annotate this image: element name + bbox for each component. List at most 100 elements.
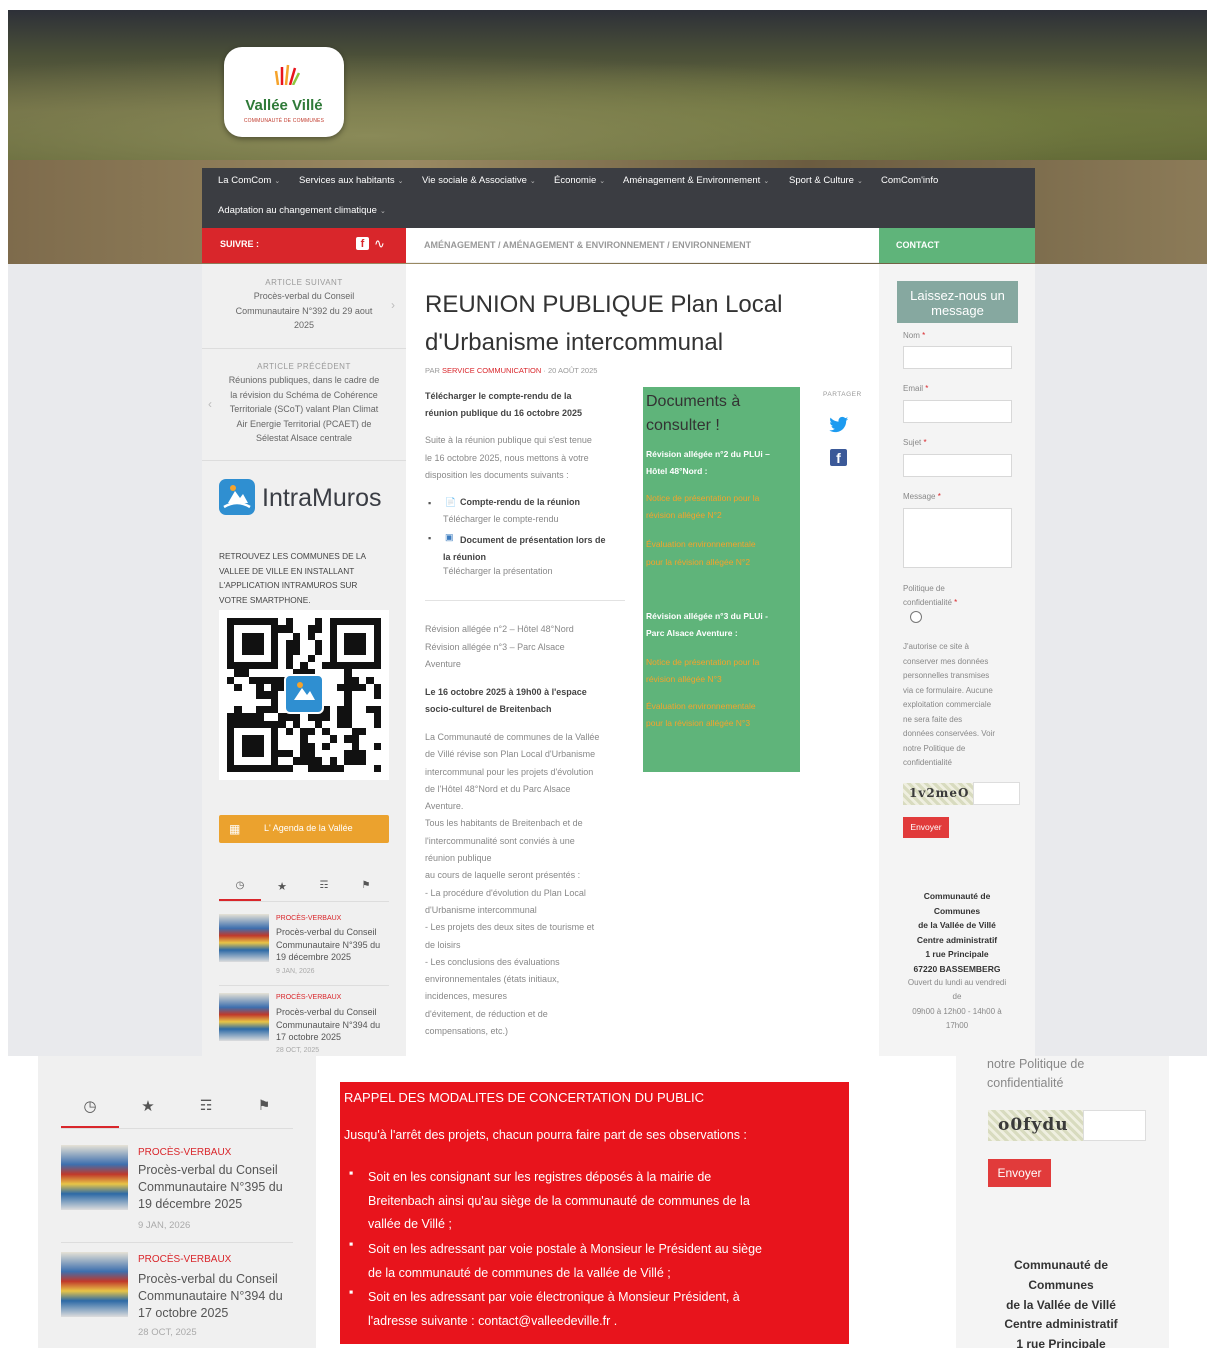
post-date: 9 JAN, 2026 [276,968,315,975]
rappel-item-1: Soit en les consignant sur les registres… [368,1170,750,1231]
bullet: ▪ [428,533,432,543]
widget-tabs-zoomed: ◷ ★ ☶ ⚑ [61,1097,293,1129]
facebook-share-icon[interactable]: f [830,449,847,466]
post-thumbnail[interactable] [219,914,269,962]
chevron-down-icon: ⌄ [379,208,386,215]
twitter-icon[interactable] [829,416,849,434]
prev-article-link[interactable]: Réunions publiques, dans le cadre de la r… [218,373,390,446]
nav-item-economie[interactable]: Économie ⌄ [554,175,605,186]
intramuros-logo-icon [219,479,255,515]
file-icon: 📄 [445,497,457,507]
consent-radio[interactable] [910,611,922,623]
breadcrumb-text[interactable]: AMÉNAGEMENT / AMÉNAGEMENT & ENVIRONNEMEN… [424,240,751,250]
follow-label: SUIVRE : [220,239,260,249]
captcha-input[interactable] [973,782,1020,805]
documents-title: Documents à consulter ! [646,393,741,434]
chevron-down-icon: ⌄ [529,178,536,185]
post-category[interactable]: PROCÈS-VERBAUX [138,1254,231,1265]
message-textarea[interactable] [903,508,1012,568]
post-title[interactable]: Procès-verbal du Conseil Communautaire N°… [138,1271,283,1322]
send-button-zoomed[interactable]: Envoyer [988,1159,1051,1187]
chevron-right-icon[interactable]: › [391,298,395,312]
intramuros-title: IntraMuros [262,484,382,512]
rss-icon[interactable]: ∿ [374,236,385,252]
post-category[interactable]: PROCÈS-VERBAUX [138,1147,231,1158]
comments-icon[interactable]: ☶ [177,1097,235,1128]
opening-hours: Ouvert du lundi au vendredi de 09h00 à 12h… [907,978,1007,1030]
clock-icon[interactable]: ◷ [61,1097,119,1128]
agenda-label: L' Agenda de la Vallée [264,823,353,833]
logo-subtitle: COMMUNAUTÉ DE COMMUNES [243,118,325,124]
divider [202,460,406,461]
intro-paragraph: Suite à la réunion publique qui s'est te… [425,435,592,480]
star-icon[interactable]: ★ [119,1097,177,1128]
captcha-input-zoomed[interactable] [1083,1110,1146,1141]
politique-label: Politique de confidentialité * [903,584,958,607]
rappel-item-2: Soit en les adressant par voie postale à… [368,1242,762,1280]
evaluation-rev3-link[interactable]: Évaluation environnementale pour la révis… [646,698,756,732]
site-logo[interactable]: Vallée Villé COMMUNAUTÉ DE COMMUNES [224,47,344,137]
contact-label: CONTACT [896,240,940,250]
chevron-down-icon: ⌄ [397,178,404,185]
nav-item-sport[interactable]: Sport & Culture ⌄ [789,175,863,186]
nav-item-comcominfo[interactable]: ComCom'info [881,175,938,186]
nom-field[interactable] [903,346,1012,369]
author-link[interactable]: SERVICE COMMUNICATION [442,366,541,375]
download-intro: Télécharger le compte-rendu de la réunion… [425,391,583,418]
sujet-label: Sujet * [903,438,927,447]
address-block: Communauté de Communes de la Vallée de Vil… [913,891,1001,974]
post-title[interactable]: Procès-verbal du Conseil Communautaire N°… [138,1162,283,1213]
post-title[interactable]: Procès-verbal du Conseil Communautaire N°… [276,1006,380,1044]
post-thumbnail[interactable] [61,1252,128,1317]
chevron-left-icon[interactable]: ‹ [208,397,212,411]
evaluation-rev2-link[interactable]: Évaluation environnementale pour la révis… [646,535,756,571]
clock-icon[interactable]: ◷ [219,880,261,901]
message-label: Message * [903,492,941,501]
post-thumbnail[interactable] [219,993,269,1041]
intramuros-promo: RETROUVEZ LES COMMUNES DE LA VALLEE DE VI… [219,551,367,605]
rappel-item-3: Soit en les adressant par voie électroni… [368,1290,740,1328]
divider [202,348,406,349]
send-button[interactable]: Envoyer [903,817,949,838]
download-compte-rendu-link[interactable]: Télécharger le compte-rendu [443,514,559,524]
address-block-zoomed: Communauté de Communes de la Vallée de Vil… [1004,1258,1118,1348]
notice-rev3-link[interactable]: Notice de présentation pour la révision a… [646,654,759,688]
notice-rev2-link[interactable]: Notice de présentation pour la révision a… [646,490,759,524]
post-date: 9 JAN, 2026 [138,1220,191,1231]
follow-bar: SUIVRE : f ∿ [202,228,406,263]
post-title[interactable]: Procès-verbal du Conseil Communautaire N°… [276,926,380,964]
consent-text: J'autorise ce site à conserver mes donnée… [903,642,996,767]
chevron-down-icon: ⌄ [856,178,863,185]
post-date: 28 OCT, 2025 [276,1047,320,1054]
email-field[interactable] [903,400,1012,423]
tags-icon[interactable]: ⚑ [345,880,387,901]
star-icon[interactable]: ★ [261,880,303,901]
logo-rays-icon [274,64,300,85]
email-label: Email * [903,384,929,393]
divider [425,600,625,601]
post-thumbnail[interactable] [61,1145,128,1210]
article-body: La Communauté de communes de la Vallée de… [425,732,600,1037]
bullet: ▪ [349,1166,354,1180]
post-category[interactable]: PROCÈS-VERBAUX [276,994,341,1001]
download-presentation-link[interactable]: Télécharger la présentation [443,566,553,576]
post-category[interactable]: PROCÈS-VERBAUX [276,915,341,922]
nav-item-comcom[interactable]: La ComCom ⌄ [218,175,280,186]
agenda-button[interactable]: ▦ L' Agenda de la Vallée [219,815,389,843]
breadcrumb: AMÉNAGEMENT / AMÉNAGEMENT & ENVIRONNEMEN… [406,228,879,263]
nav-item-amenagement[interactable]: Aménagement & Environnement ⌄ [623,175,769,186]
comments-icon[interactable]: ☶ [303,880,345,901]
page: Vallée Villé COMMUNAUTÉ DE COMMUNES La C… [0,0,1207,1348]
tags-icon[interactable]: ⚑ [235,1097,293,1128]
chevron-down-icon: ⌄ [274,178,281,185]
nav-item-climat[interactable]: Adaptation au changement climatique ⌄ [218,205,386,216]
divider [61,1242,293,1243]
sujet-field[interactable] [903,454,1012,477]
chevron-down-icon: ⌄ [763,178,770,185]
facebook-icon[interactable]: f [356,237,369,250]
docs-heading-rev3: Révision allégée n°3 du PLUi - Parc Alsac… [646,611,768,638]
nav-item-services[interactable]: Services aux habitants ⌄ [299,175,403,186]
next-article-link[interactable]: Procès-verbal du Conseil Communautaire N°… [212,289,396,333]
nav-item-vie-sociale[interactable]: Vie sociale & Associative ⌄ [422,175,536,186]
article-meta: PAR SERVICE COMMUNICATION · 20 AOÛT 2025 [425,366,598,375]
